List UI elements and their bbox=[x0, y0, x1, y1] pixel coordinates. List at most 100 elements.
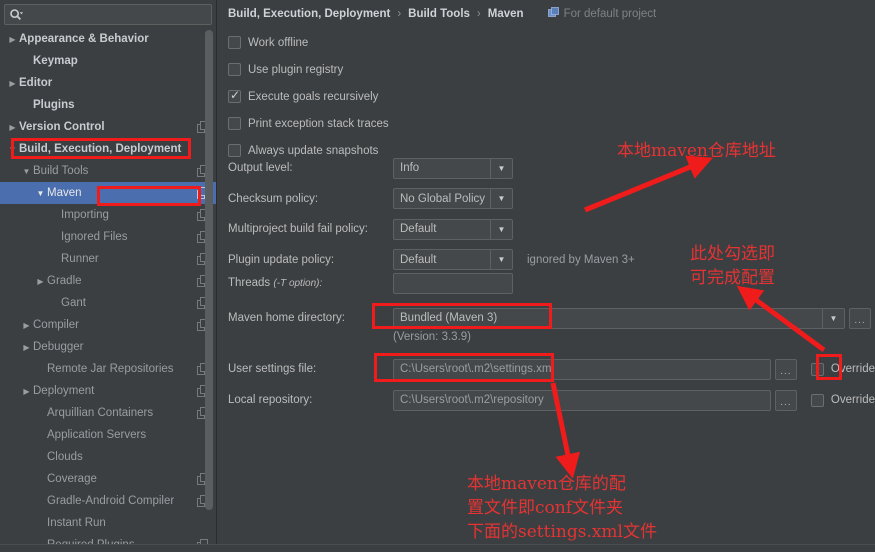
chevron-right-icon[interactable]: ▶ bbox=[20, 387, 33, 396]
local-repository-override-checkbox[interactable] bbox=[810, 393, 824, 407]
sidebar-item-application-servers[interactable]: Application Servers bbox=[0, 424, 216, 446]
settings-dialog: ▶ Appearance & Behavior Keymap ▶ Editor Plugi… bbox=[0, 0, 875, 552]
checkbox-box[interactable] bbox=[228, 63, 241, 76]
search-icon bbox=[5, 5, 27, 24]
project-scope-note: For default project bbox=[547, 7, 657, 21]
sidebar-item-label: Coverage bbox=[47, 473, 97, 485]
sidebar-item-importing[interactable]: Importing bbox=[0, 204, 216, 226]
sidebar-item-deployment[interactable]: ▶ Deployment bbox=[0, 380, 216, 402]
sidebar-item-keymap[interactable]: Keymap bbox=[0, 50, 216, 72]
user-settings-input[interactable]: C:\Users\root\.m2\settings.xml bbox=[393, 358, 771, 380]
combo-select[interactable]: No Global Policy ▼ bbox=[393, 188, 513, 209]
sidebar-item-gradle-android-compiler[interactable]: Gradle-Android Compiler bbox=[0, 490, 216, 512]
user-settings-override-label: Override bbox=[830, 363, 875, 375]
annotation-local-maven-repo-address: 本地maven仓库地址 bbox=[617, 141, 776, 161]
breadcrumb-separator: › bbox=[397, 8, 402, 20]
threads-label: Threads (-T option): bbox=[228, 277, 323, 289]
sidebar-item-label: Clouds bbox=[47, 451, 83, 463]
chevron-down-icon[interactable]: ▼ bbox=[490, 219, 512, 239]
maven-home-browse-button[interactable]: ... bbox=[849, 307, 871, 329]
chevron-right-icon[interactable]: ▶ bbox=[6, 79, 19, 88]
user-settings-browse-button[interactable]: ... bbox=[774, 358, 797, 380]
sidebar-item-label: Ignored Files bbox=[61, 231, 128, 243]
chevron-down-icon[interactable]: ▼ bbox=[822, 308, 844, 328]
threads-row: Threads (-T option): bbox=[228, 272, 513, 294]
combo-select[interactable]: Info ▼ bbox=[393, 157, 513, 179]
sidebar-item-gradle[interactable]: ▶ Gradle bbox=[0, 270, 216, 292]
sidebar-scrollbar[interactable] bbox=[205, 30, 213, 510]
combo-label: Output level: bbox=[228, 162, 293, 174]
checkbox-always-update-snapshots[interactable]: Always update snapshots bbox=[228, 144, 378, 157]
combo-select[interactable]: Default ▼ bbox=[393, 218, 513, 240]
checkbox-use-plugin-registry[interactable]: Use plugin registry bbox=[228, 63, 343, 76]
sidebar-item-version-control[interactable]: ▶ Version Control bbox=[0, 116, 216, 138]
dialog-bottom-strip bbox=[0, 544, 875, 552]
search-field[interactable] bbox=[4, 4, 212, 25]
breadcrumb-item-0[interactable]: Build, Execution, Deployment bbox=[228, 8, 390, 20]
sidebar-item-plugins[interactable]: Plugins bbox=[0, 94, 216, 116]
sidebar-item-label: Compiler bbox=[33, 319, 80, 331]
local-repository-override[interactable]: Override bbox=[810, 393, 875, 407]
combo-select[interactable]: Default ▼ bbox=[393, 249, 513, 270]
local-repository-browse-button[interactable]: ... bbox=[774, 389, 797, 411]
project-scope-label: For default project bbox=[563, 8, 657, 20]
settings-tree[interactable]: ▶ Appearance & Behavior Keymap ▶ Editor Plugi… bbox=[0, 28, 216, 551]
sidebar-item-label: Deployment bbox=[33, 385, 95, 397]
combo-label: Checksum policy: bbox=[228, 192, 319, 205]
checkbox-execute-goals-recursively[interactable]: Execute goals recursively bbox=[228, 88, 378, 103]
checkbox-work-offline[interactable]: Work offline bbox=[228, 36, 308, 49]
chevron-down-icon[interactable]: ▼ bbox=[490, 158, 512, 178]
chevron-down-icon[interactable]: ▼ bbox=[34, 189, 47, 198]
sidebar-item-gant[interactable]: Gant bbox=[0, 292, 216, 314]
sidebar-item-build-execution-deployment[interactable]: ▼ Build, Execution, Deployment bbox=[0, 138, 216, 160]
breadcrumb-item-1[interactable]: Build Tools bbox=[408, 8, 470, 20]
chevron-right-icon[interactable]: ▶ bbox=[6, 123, 19, 132]
checkbox-box[interactable] bbox=[228, 144, 241, 157]
checkbox-label: Print exception stack traces bbox=[248, 117, 389, 130]
sidebar-item-instant-run[interactable]: Instant Run bbox=[0, 512, 216, 534]
maven-version-note: (Version: 3.3.9) bbox=[393, 331, 471, 343]
checkbox-box[interactable] bbox=[228, 117, 241, 130]
sidebar-item-label: Build Tools bbox=[33, 165, 89, 177]
sidebar-item-label: Arquillian Containers bbox=[47, 407, 154, 419]
sidebar-item-editor[interactable]: ▶ Editor bbox=[0, 72, 216, 94]
user-settings-override[interactable]: Override bbox=[810, 362, 875, 376]
checkbox-print-exception-stack-traces[interactable]: Print exception stack traces bbox=[228, 117, 389, 130]
checkbox-label: Always update snapshots bbox=[248, 144, 379, 157]
sidebar-item-build-tools[interactable]: ▼ Build Tools bbox=[0, 160, 216, 182]
sidebar-item-remote-jar-repositories[interactable]: Remote Jar Repositories bbox=[0, 358, 216, 380]
search-input[interactable] bbox=[27, 6, 211, 23]
combo-row-plugin-update-policy: Plugin update policy: Default ▼ ignored by … bbox=[228, 249, 635, 271]
chevron-right-icon[interactable]: ▶ bbox=[20, 343, 33, 352]
checkbox-box[interactable] bbox=[228, 36, 241, 49]
checkbox-box[interactable] bbox=[228, 88, 241, 103]
sidebar-item-label: Instant Run bbox=[47, 517, 106, 529]
sidebar-item-label: Gradle-Android Compiler bbox=[47, 495, 175, 507]
sidebar-item-runner[interactable]: Runner bbox=[0, 248, 216, 270]
chevron-down-icon[interactable]: ▼ bbox=[20, 167, 33, 176]
sidebar-item-arquillian-containers[interactable]: Arquillian Containers bbox=[0, 402, 216, 424]
threads-input[interactable] bbox=[393, 272, 513, 294]
chevron-down-icon[interactable]: ▼ bbox=[6, 145, 19, 154]
chevron-down-icon[interactable]: ▼ bbox=[490, 250, 512, 269]
maven-home-combo[interactable]: Bundled (Maven 3) ▼ bbox=[393, 307, 845, 329]
sidebar-item-compiler[interactable]: ▶ Compiler bbox=[0, 314, 216, 336]
local-repository-input[interactable]: C:\Users\root\.m2\repository bbox=[393, 389, 771, 411]
chevron-right-icon[interactable]: ▶ bbox=[20, 321, 33, 330]
sidebar-item-debugger[interactable]: ▶ Debugger bbox=[0, 336, 216, 358]
combo-row-checksum-policy: Checksum policy: No Global Policy ▼ bbox=[228, 188, 513, 210]
sidebar-item-coverage[interactable]: Coverage bbox=[0, 468, 216, 490]
maven-settings-panel: Build, Execution, Deployment › Build Too… bbox=[218, 0, 875, 552]
breadcrumb-item-2[interactable]: Maven bbox=[488, 8, 524, 20]
sidebar-item-maven[interactable]: ▼ Maven bbox=[0, 182, 216, 204]
chevron-right-icon[interactable]: ▶ bbox=[34, 277, 47, 286]
chevron-down-icon[interactable]: ▼ bbox=[490, 189, 512, 208]
annotation-check-here-line2: 可完成配置 bbox=[690, 268, 775, 288]
combo-value: Info bbox=[400, 162, 420, 174]
sidebar-item-label: Importing bbox=[61, 209, 109, 221]
sidebar-item-clouds[interactable]: Clouds bbox=[0, 446, 216, 468]
chevron-right-icon[interactable]: ▶ bbox=[6, 35, 19, 44]
sidebar-item-ignored-files[interactable]: Ignored Files bbox=[0, 226, 216, 248]
user-settings-override-checkbox[interactable] bbox=[810, 362, 824, 376]
sidebar-item-appearance-behavior[interactable]: ▶ Appearance & Behavior bbox=[0, 28, 216, 50]
